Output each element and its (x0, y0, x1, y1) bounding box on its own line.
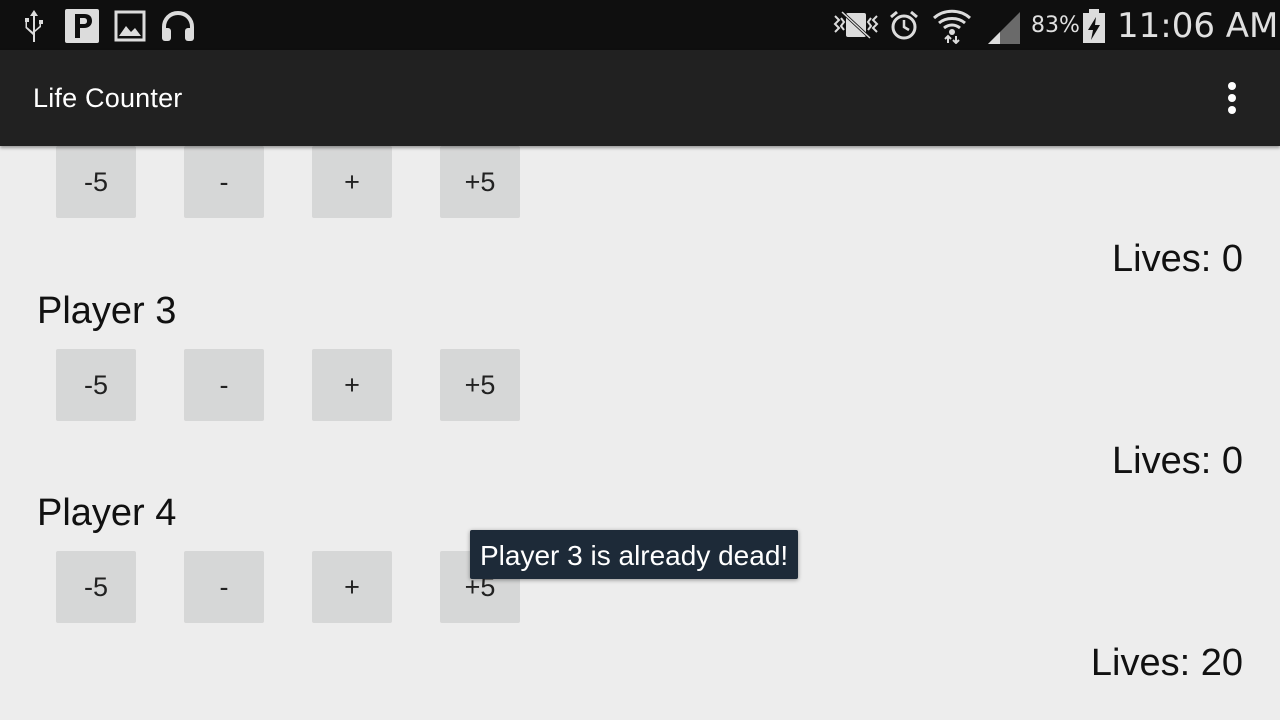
signal-icon (988, 12, 1020, 44)
battery-charging-icon (1083, 9, 1105, 43)
minus-five-button[interactable]: -5 (56, 146, 136, 218)
vibrate-icon (833, 10, 879, 40)
plus-five-button[interactable]: +5 (440, 349, 520, 421)
player-name: Player 4 (37, 492, 177, 534)
parking-icon (65, 9, 99, 43)
lives-label: Lives: 0 (1112, 440, 1243, 482)
minus-one-button[interactable]: - (184, 349, 264, 421)
lives-label: Lives: 20 (1090, 642, 1243, 684)
player-name: Player 3 (37, 290, 177, 332)
plus-one-button[interactable]: + (312, 146, 392, 218)
plus-five-button[interactable]: +5 (440, 146, 520, 218)
lives-label: Lives: 0 (1112, 238, 1243, 280)
battery-percent: 83% (1031, 13, 1080, 38)
minus-one-button[interactable]: - (184, 551, 264, 623)
minus-five-button[interactable]: -5 (56, 551, 136, 623)
status-bar: 83% 11:06 AM (0, 0, 1280, 50)
headphones-icon (162, 10, 194, 41)
status-time: 11:06 AM (1117, 6, 1279, 46)
minus-one-button[interactable]: - (184, 146, 264, 218)
image-icon (114, 10, 146, 42)
action-bar: Life Counter (0, 50, 1280, 146)
wifi-icon (932, 9, 972, 44)
toast-message: Player 3 is already dead! (470, 530, 799, 579)
overflow-menu-icon[interactable] (1216, 74, 1248, 122)
usb-icon (25, 10, 43, 42)
screen: 83% 11:06 AM Life Counter -5 - + +5 Live… (0, 0, 1280, 720)
app-title: Life Counter (33, 83, 183, 113)
plus-one-button[interactable]: + (312, 349, 392, 421)
plus-one-button[interactable]: + (312, 551, 392, 623)
alarm-icon (890, 10, 918, 40)
minus-five-button[interactable]: -5 (56, 349, 136, 421)
